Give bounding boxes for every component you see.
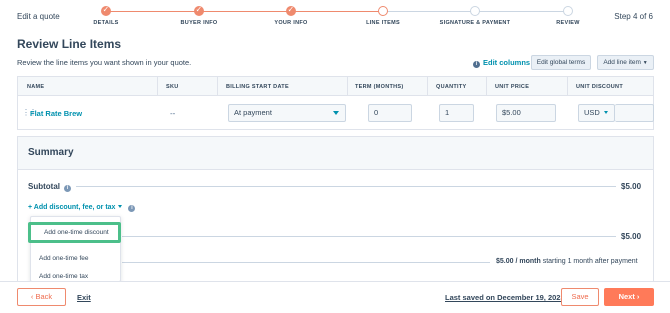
subtotal-label: Subtotal: [28, 182, 60, 191]
chevron-left-icon: ‹: [30, 292, 34, 301]
total-leader-line: [122, 236, 616, 237]
line-item-sku: --: [170, 109, 176, 118]
page-subtitle: Review the line items you want shown in …: [17, 58, 192, 67]
currency-select[interactable]: USD: [578, 104, 615, 122]
add-discount-label: + Add discount, fee, or tax: [28, 204, 116, 211]
quantity-input[interactable]: 1: [439, 104, 474, 122]
edit-columns-link[interactable]: i Edit columns: [473, 58, 530, 68]
term-months-input[interactable]: 0: [368, 104, 412, 122]
step-your-info-label[interactable]: YOUR INFO: [274, 20, 307, 26]
table-row: ⋮⋮ Flat Rate Brew -- At payment 0 1 $5.0…: [17, 96, 654, 130]
step-your-info-icon[interactable]: [286, 5, 296, 16]
menu-item-add-one-time-fee[interactable]: Add one-time fee: [31, 250, 120, 268]
step-details-label[interactable]: DETAILS: [93, 20, 118, 26]
billing-start-select[interactable]: At payment: [228, 104, 346, 122]
last-saved-link[interactable]: Last saved on December 19, 2023: [445, 293, 565, 302]
column-header-sku[interactable]: SKU: [166, 84, 179, 90]
edit-columns-label: Edit columns: [483, 58, 531, 67]
step-signature-payment-icon[interactable]: [470, 6, 480, 16]
subtotal-leader-line: [76, 186, 616, 187]
add-discount-fee-tax-button[interactable]: + Add discount, fee, or tax i: [28, 204, 136, 212]
save-button[interactable]: Save: [561, 288, 599, 306]
column-header-billing-start[interactable]: BILLING START DATE: [226, 84, 289, 90]
subtotal-value: $5.00: [621, 182, 642, 191]
step-indicator: Step 4 of 6: [614, 12, 653, 21]
highlighted-menu-item[interactable]: Add one-time discount: [28, 222, 121, 243]
chevron-right-icon: ›: [636, 292, 640, 301]
page-title: Review Line Items: [17, 37, 122, 51]
add-line-item-label: Add line item: [603, 59, 641, 66]
step-buyer-info-label[interactable]: BUYER INFO: [181, 20, 218, 26]
info-icon[interactable]: i: [64, 185, 71, 192]
edit-global-terms-button[interactable]: Edit global terms: [531, 55, 591, 70]
column-header-unit-discount[interactable]: UNIT DISCOUNT: [576, 84, 623, 90]
column-header-unit-price[interactable]: UNIT PRICE: [495, 84, 529, 90]
unit-price-input[interactable]: $5.00: [496, 104, 556, 122]
column-header-term[interactable]: TERM (MONTHS): [355, 84, 404, 90]
info-icon[interactable]: i: [128, 205, 136, 212]
back-button[interactable]: ‹ Back: [17, 288, 66, 306]
column-divider: [486, 77, 487, 95]
back-label: Back: [35, 292, 53, 301]
next-label: Next: [618, 292, 635, 301]
quote-header: Edit a quote DETAILS BUYER INFO YOUR INF…: [0, 0, 670, 30]
chevron-down-icon: ▼: [642, 60, 648, 66]
chevron-down-icon: [333, 111, 339, 115]
recurring-billing-text: $5.00 / month starting 1 month after pay…: [496, 258, 638, 265]
info-icon: i: [473, 61, 480, 68]
summary-title: Summary: [28, 147, 74, 158]
line-items-table-header: NAME SKU BILLING START DATE TERM (MONTHS…: [17, 76, 654, 96]
step-review-label[interactable]: REVIEW: [556, 20, 580, 26]
add-line-item-button[interactable]: Add line item ▼: [597, 55, 654, 70]
step-review-icon[interactable]: [563, 6, 573, 16]
unit-discount-input[interactable]: [615, 104, 654, 122]
currency-value: USD: [584, 108, 600, 117]
step-buyer-info-icon[interactable]: [194, 5, 204, 16]
menu-item-add-one-time-discount[interactable]: Add one-time discount: [36, 225, 125, 240]
recurring-amount: $5.00 / month: [496, 258, 541, 265]
recurring-note: starting 1 month after payment: [542, 258, 638, 265]
total-value: $5.00: [621, 232, 642, 241]
column-divider: [347, 77, 348, 95]
line-item-name[interactable]: Flat Rate Brew: [30, 109, 82, 118]
stepper-progress-line: [110, 11, 382, 12]
chevron-down-icon: [118, 205, 123, 208]
edit-quote-title: Edit a quote: [17, 12, 60, 21]
exit-link[interactable]: Exit: [77, 293, 91, 302]
column-header-quantity[interactable]: QUANTITY: [436, 84, 467, 90]
column-divider: [217, 77, 218, 95]
column-divider: [427, 77, 428, 95]
next-button[interactable]: Next ›: [604, 288, 654, 306]
column-header-name[interactable]: NAME: [27, 84, 44, 90]
column-divider: [157, 77, 158, 95]
step-details-icon[interactable]: [101, 5, 111, 16]
step-line-items-icon[interactable]: [378, 6, 388, 16]
column-divider: [567, 77, 568, 95]
step-signature-payment-label[interactable]: SIGNATURE & PAYMENT: [440, 20, 511, 26]
step-line-items-label[interactable]: LINE ITEMS: [366, 20, 400, 26]
billing-start-value: At payment: [234, 108, 272, 117]
recurring-leader-line: [122, 262, 490, 263]
subtotal-row: Subtotal i: [28, 182, 71, 192]
chevron-down-icon: [604, 111, 608, 114]
